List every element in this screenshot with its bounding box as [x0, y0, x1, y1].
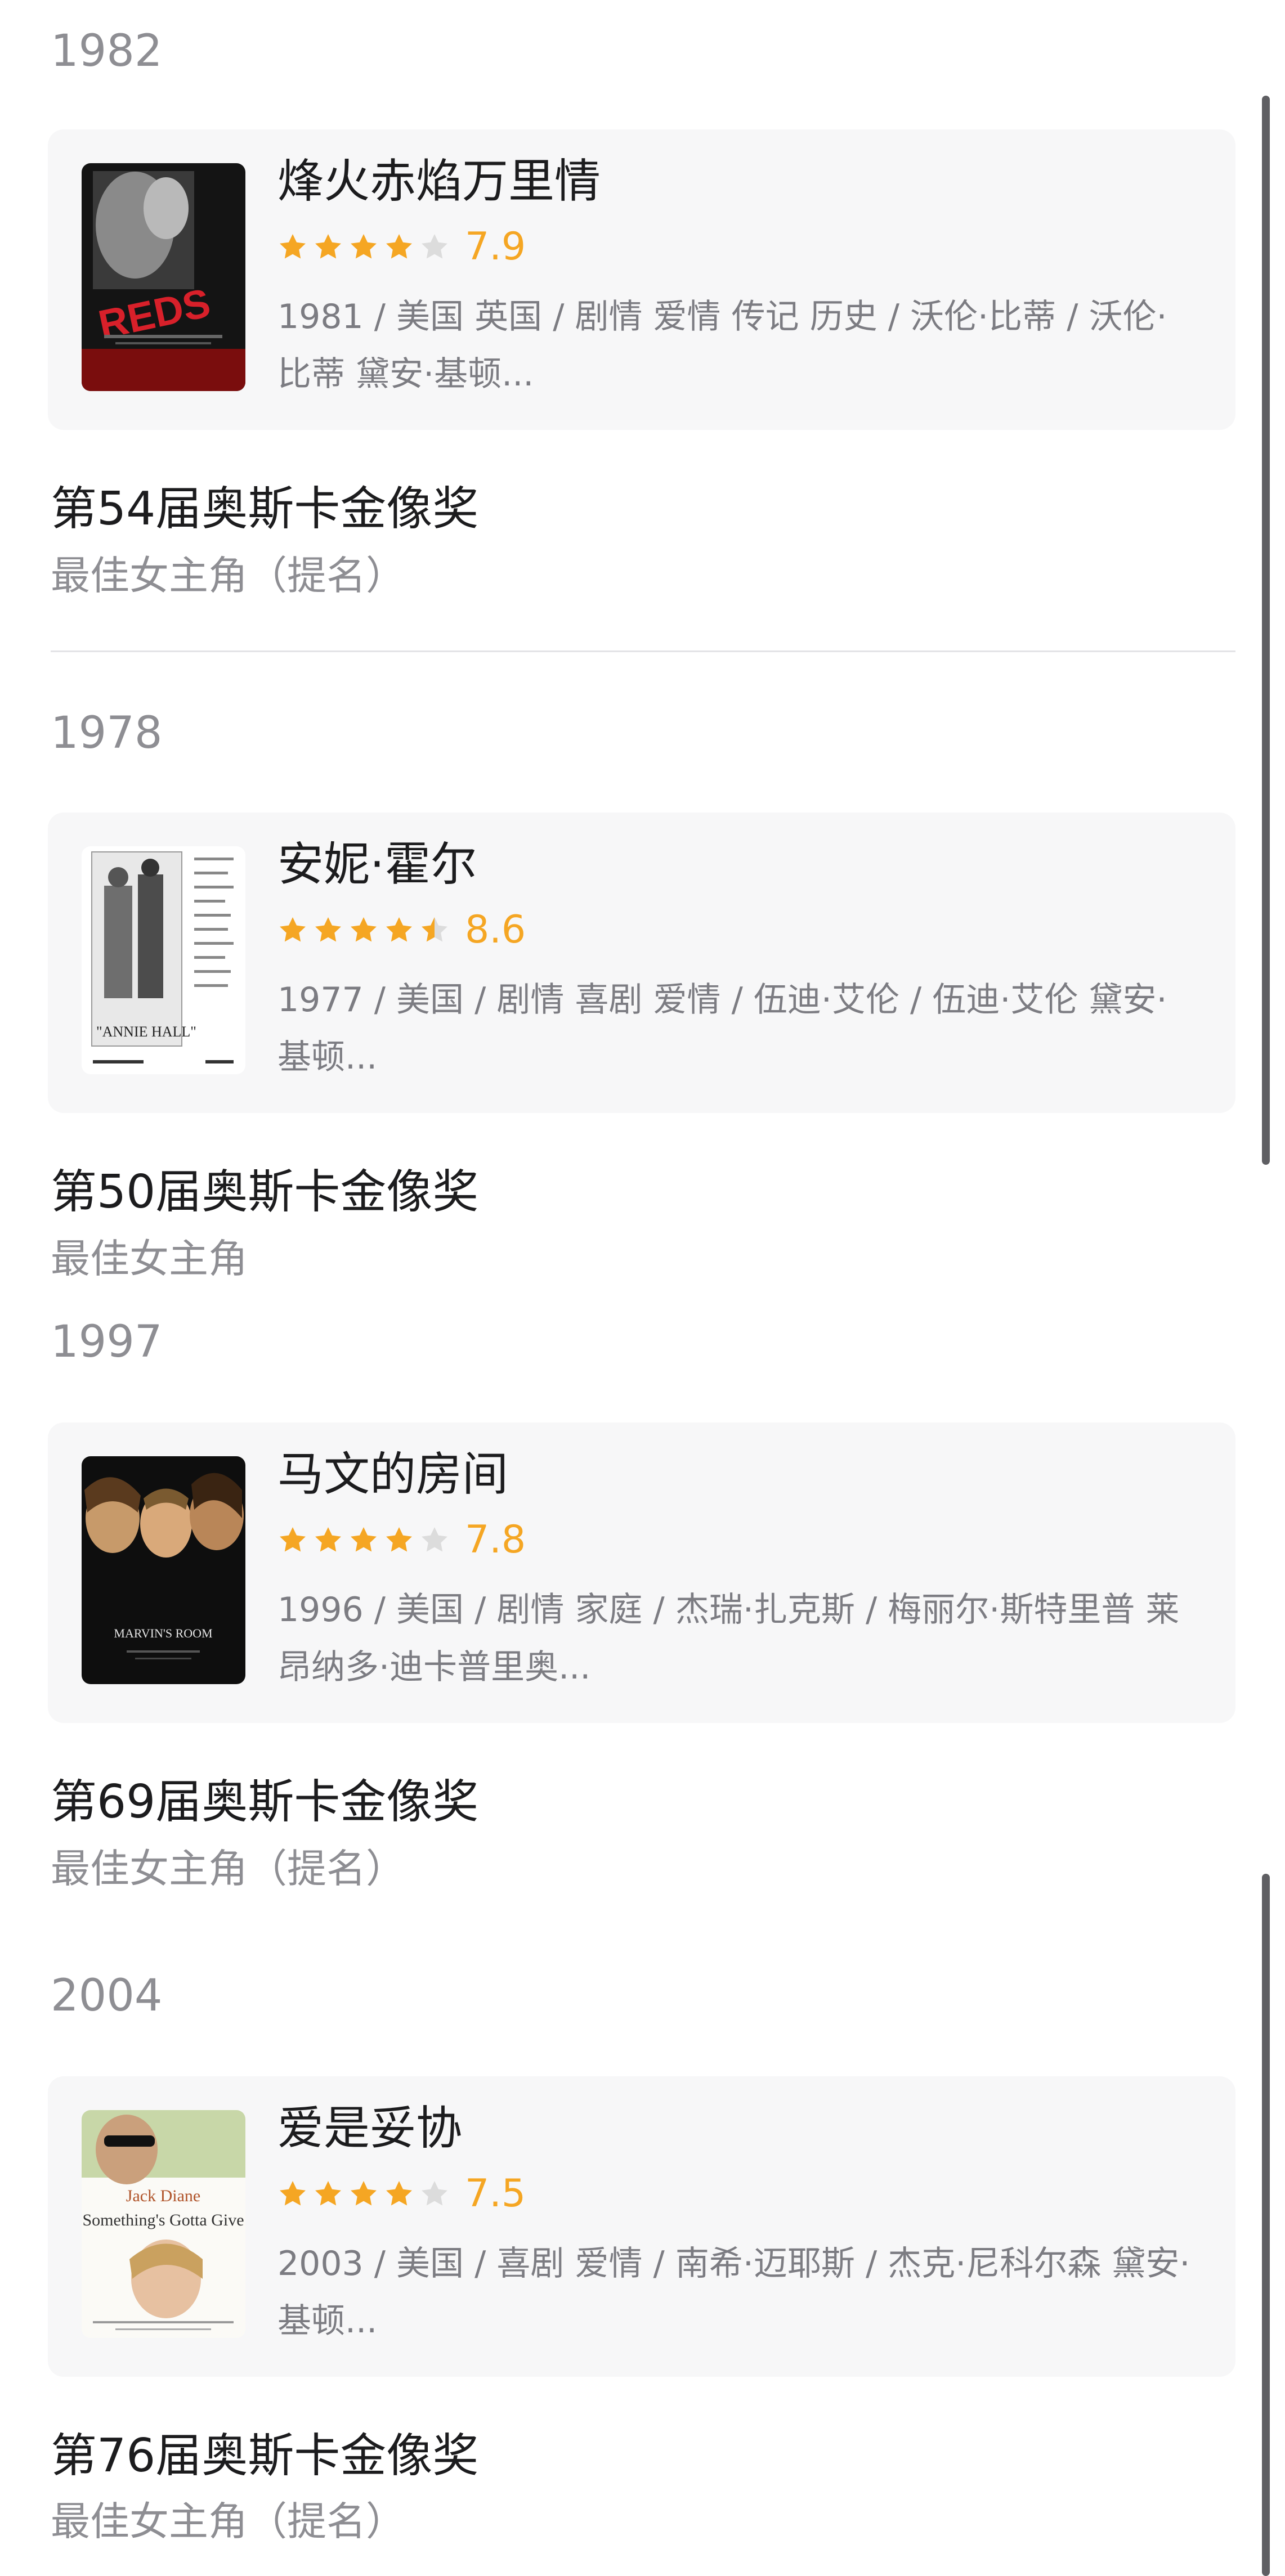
rating-score: 7.9	[465, 225, 526, 269]
film-meta: 1981 / 美国 英国 / 剧情 爱情 传记 历史 / 沃伦·比蒂 / 沃伦·…	[277, 297, 1167, 394]
star-icon	[351, 234, 377, 259]
star-icon	[422, 917, 447, 942]
rating-score: 7.8	[465, 1518, 526, 1562]
rating-row: 7.8	[277, 1520, 526, 1560]
star-icon	[386, 917, 412, 942]
film-title[interactable]: 爱是妥协	[277, 2106, 462, 2152]
award-category: 最佳女主角（提名）	[51, 1846, 405, 1892]
award-category: 最佳女主角（提名）	[51, 553, 405, 599]
star-icon	[280, 2181, 306, 2206]
film-title[interactable]: 马文的房间	[277, 1452, 508, 1498]
star-rating	[277, 915, 455, 945]
scrollbar-thumb-secondary[interactable]	[1262, 1874, 1270, 2576]
year-label: 1978	[51, 708, 163, 759]
year-label: 1997	[51, 1317, 163, 1367]
award-history-page: 1982 REDS 烽火赤焰万里情 7.9 1981 / 美国 英国 / 剧情 …	[0, 0, 1285, 2576]
film-title[interactable]: 安妮·霍尔	[277, 842, 477, 888]
star-rating	[277, 1525, 455, 1555]
film-meta: 1977 / 美国 / 剧情 喜剧 爱情 / 伍迪·艾伦 / 伍迪·艾伦 黛安·…	[277, 980, 1167, 1077]
poster-title-text: "ANNIE HALL"	[96, 1024, 196, 1040]
year-label: 1982	[51, 26, 163, 77]
award-category: 最佳女主角（提名）	[51, 2498, 405, 2544]
film-poster: REDS	[82, 163, 245, 391]
star-icon	[386, 234, 412, 259]
poster-title-text: MARVIN'S ROOM	[114, 1626, 212, 1640]
rating-score: 7.5	[465, 2171, 526, 2216]
rating-row: 8.6	[277, 910, 526, 950]
star-icon	[351, 1527, 377, 1552]
film-card[interactable]: REDS 烽火赤焰万里情 7.9 1981 / 美国 英国 / 剧情 爱情 传记…	[48, 129, 1235, 430]
scrollbar-thumb[interactable]	[1262, 96, 1270, 1165]
film-card[interactable]: Jack Diane Something's Gotta Give 爱是妥协 7…	[48, 2076, 1235, 2377]
film-poster: "ANNIE HALL"	[82, 846, 245, 1074]
star-icon	[280, 1527, 306, 1552]
film-card[interactable]: MARVIN'S ROOM 马文的房间 7.8 1996 / 美国 / 剧情 家…	[48, 1422, 1235, 1723]
star-icon	[422, 2181, 447, 2206]
film-poster: Jack Diane Something's Gotta Give	[82, 2110, 245, 2338]
star-icon	[386, 1527, 412, 1552]
film-card[interactable]: "ANNIE HALL" 安妮·霍尔 8.6 1977 / 美国 / 剧情 喜剧…	[48, 813, 1235, 1113]
film-meta: 2003 / 美国 / 喜剧 爱情 / 南希·迈耶斯 / 杰克·尼科尔森 黛安·…	[277, 2244, 1190, 2341]
star-icon	[315, 1527, 341, 1552]
star-icon	[351, 2181, 377, 2206]
star-icon	[315, 234, 341, 259]
section-divider	[51, 650, 1235, 652]
rating-score: 8.6	[465, 908, 526, 952]
award-name: 第69届奥斯卡金像奖	[51, 1775, 479, 1829]
star-icon	[280, 234, 306, 259]
rating-row: 7.5	[277, 2174, 526, 2214]
star-icon	[422, 234, 447, 259]
award-name: 第50届奥斯卡金像奖	[51, 1165, 479, 1219]
star-icon	[351, 917, 377, 942]
poster-title-text: Something's Gotta Give	[82, 2211, 244, 2229]
star-icon	[315, 2181, 341, 2206]
star-icon	[422, 1527, 447, 1552]
star-rating	[277, 2179, 455, 2209]
year-label: 2004	[51, 1971, 163, 2021]
star-icon	[386, 2181, 412, 2206]
poster-title-text: Jack Diane	[126, 2187, 200, 2205]
award-name: 第54届奥斯卡金像奖	[51, 482, 479, 536]
award-name: 第76届奥斯卡金像奖	[51, 2429, 479, 2483]
star-rating	[277, 232, 455, 262]
film-poster: MARVIN'S ROOM	[82, 1456, 245, 1684]
film-meta: 1996 / 美国 / 剧情 家庭 / 杰瑞·扎克斯 / 梅丽尔·斯特里普 莱昂…	[277, 1590, 1180, 1687]
rating-row: 7.9	[277, 227, 526, 267]
award-category: 最佳女主角	[51, 1236, 248, 1282]
star-icon	[280, 917, 306, 942]
star-icon	[315, 917, 341, 942]
film-title[interactable]: 烽火赤焰万里情	[277, 159, 601, 205]
